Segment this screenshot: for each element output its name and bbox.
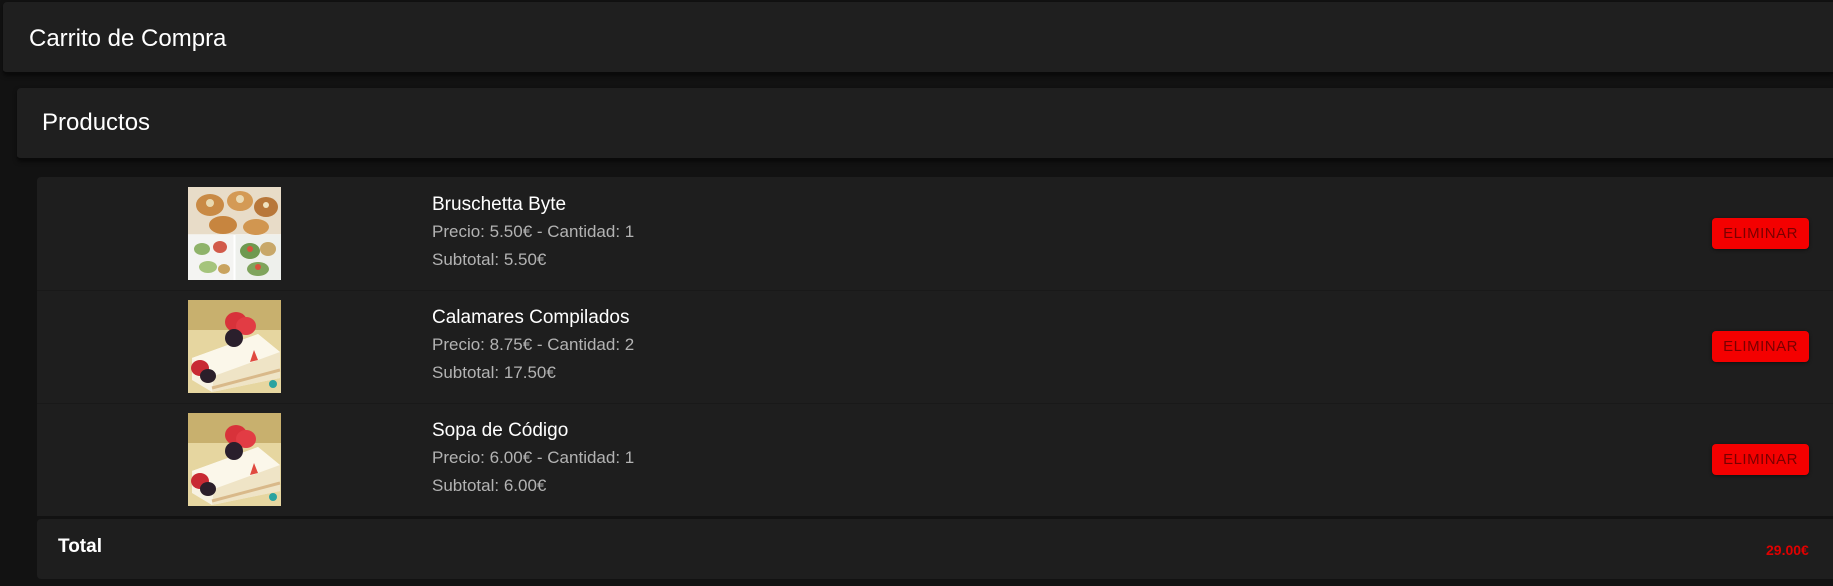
- product-name: Calamares Compilados: [432, 307, 630, 328]
- cheesecake-image: [188, 413, 281, 506]
- remove-item-button[interactable]: ELIMINAR: [1712, 331, 1809, 362]
- page-title: Carrito de Compra: [29, 25, 227, 52]
- bruschetta-image: [188, 187, 281, 280]
- total-label: Total: [58, 536, 102, 557]
- products-card-header: Productos: [17, 88, 1833, 160]
- cart-total-bar: Total 29.00€: [37, 519, 1833, 579]
- remove-item-button[interactable]: ELIMINAR: [1712, 218, 1809, 249]
- cart-item: Sopa de Código Precio: 6.00€ - Cantidad:…: [37, 403, 1833, 516]
- cheesecake-image: [188, 300, 281, 393]
- price-quantity-text: Precio: 8.75€ - Cantidad: 2: [432, 335, 635, 354]
- app-toolbar: Carrito de Compra: [3, 2, 1833, 74]
- subtotal-text: Subtotal: 6.00€: [432, 476, 547, 495]
- cart-item: Bruschetta Byte Precio: 5.50€ - Cantidad…: [37, 177, 1833, 291]
- cart-item-list: Bruschetta Byte Precio: 5.50€ - Cantidad…: [37, 177, 1833, 516]
- price-quantity-text: Precio: 5.50€ - Cantidad: 1: [432, 222, 635, 241]
- product-name: Bruschetta Byte: [432, 194, 567, 215]
- subtotal-text: Subtotal: 17.50€: [432, 363, 556, 382]
- total-amount: 29.00€: [1766, 542, 1809, 558]
- subtotal-text: Subtotal: 5.50€: [432, 250, 547, 269]
- section-title: Productos: [42, 109, 151, 136]
- product-name: Sopa de Código: [432, 420, 569, 441]
- price-quantity-text: Precio: 6.00€ - Cantidad: 1: [432, 448, 635, 467]
- cart-item: Calamares Compilados Precio: 8.75€ - Can…: [37, 290, 1833, 404]
- remove-item-button[interactable]: ELIMINAR: [1712, 444, 1809, 475]
